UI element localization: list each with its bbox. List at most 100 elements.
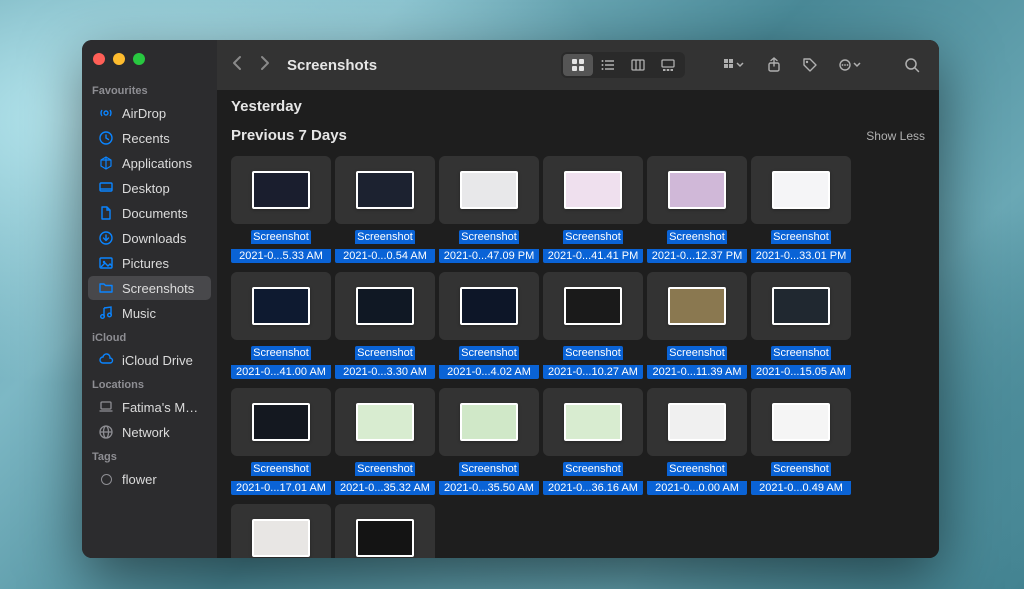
file-item[interactable]: Screenshot2021-0...12.37 PM xyxy=(647,156,747,268)
file-thumbnail-wrap xyxy=(231,156,331,224)
sidebar-item-documents[interactable]: Documents xyxy=(88,201,211,225)
list-view-button[interactable] xyxy=(593,54,623,76)
file-name-line2: 2021-0...11.39 AM xyxy=(647,365,747,379)
file-item[interactable]: Screenshot2021-0...0.00 AM xyxy=(647,388,747,500)
finder-window: FavouritesAirDropRecentsApplicationsDesk… xyxy=(82,40,939,558)
file-item[interactable] xyxy=(231,504,331,558)
file-name-line2: 2021-0...0.54 AM xyxy=(335,249,435,263)
file-item[interactable]: Screenshot2021-0...5.33 AM xyxy=(231,156,331,268)
file-thumbnail xyxy=(772,171,830,209)
sidebar-item-flower[interactable]: flower xyxy=(88,467,211,491)
view-mode-bar xyxy=(561,52,685,78)
file-item[interactable]: Screenshot2021-0...17.01 AM xyxy=(231,388,331,500)
search-button[interactable] xyxy=(899,54,925,76)
minimize-window-button[interactable] xyxy=(113,53,125,65)
icon-view-button[interactable] xyxy=(563,54,593,76)
file-name-line2: 2021-0...0.49 AM xyxy=(751,481,851,495)
file-item[interactable]: Screenshot2021-0...3.30 AM xyxy=(335,272,435,384)
file-thumbnail-wrap xyxy=(231,388,331,456)
file-label: Screenshot2021-0...36.16 AM xyxy=(543,462,643,500)
actions-button[interactable] xyxy=(833,54,867,76)
file-thumbnail xyxy=(252,287,310,325)
tags-button[interactable] xyxy=(797,54,823,76)
file-item[interactable]: Screenshot2021-0...11.39 AM xyxy=(647,272,747,384)
file-name-line2: 2021-0...12.37 PM xyxy=(647,249,747,263)
file-item[interactable]: Screenshot2021-0...15.05 AM xyxy=(751,272,851,384)
group-header-label: Yesterday xyxy=(231,98,302,115)
close-window-button[interactable] xyxy=(93,53,105,65)
file-thumbnail-wrap xyxy=(543,272,643,340)
sidebar-item-music[interactable]: Music xyxy=(88,301,211,325)
file-label: Screenshot2021-0...41.00 AM xyxy=(231,346,331,384)
window-controls xyxy=(82,53,217,79)
sidebar-item-recents[interactable]: Recents xyxy=(88,126,211,150)
sidebar-item-screenshots[interactable]: Screenshots xyxy=(88,276,211,300)
file-item[interactable]: Screenshot 2021-0...4.02 AM xyxy=(439,272,539,384)
file-item[interactable]: Screenshot2021-0...41.00 AM xyxy=(231,272,331,384)
sidebar-item-fatima-s-ma-[interactable]: Fatima's Ma… xyxy=(88,395,211,419)
group-header-label: Previous 7 Days xyxy=(231,127,347,144)
file-thumbnail xyxy=(356,287,414,325)
file-item[interactable]: Screenshot2021-0...33.01 PM xyxy=(751,156,851,268)
file-thumbnail-wrap xyxy=(543,156,643,224)
fullscreen-window-button[interactable] xyxy=(133,53,145,65)
file-thumbnail-wrap xyxy=(335,272,435,340)
file-name-line1: Screenshot xyxy=(251,346,311,360)
file-label: Screenshot2021-0...41.41 PM xyxy=(543,230,643,268)
gallery-view-button[interactable] xyxy=(653,54,683,76)
file-name-line2: 2021-0...15.05 AM xyxy=(751,365,851,379)
sidebar-item-downloads[interactable]: Downloads xyxy=(88,226,211,250)
file-name-line2: 2021-0...35.50 AM xyxy=(439,481,539,495)
file-name-line2: 2021-0...36.16 AM xyxy=(543,481,643,495)
group-by-button[interactable] xyxy=(717,54,751,76)
sidebar-item-applications[interactable]: Applications xyxy=(88,151,211,175)
file-name-line2: 2021-0...4.02 AM xyxy=(439,365,539,379)
sidebar: FavouritesAirDropRecentsApplicationsDesk… xyxy=(82,40,217,558)
file-item[interactable]: Screenshot2021-0...10.27 AM xyxy=(543,272,643,384)
file-thumbnail-wrap xyxy=(647,272,747,340)
file-item[interactable]: Screenshot2021-0...36.16 AM xyxy=(543,388,643,500)
file-thumbnail-wrap xyxy=(231,272,331,340)
file-thumbnail xyxy=(252,403,310,441)
share-button[interactable] xyxy=(761,54,787,76)
sidebar-item-network[interactable]: Network xyxy=(88,420,211,444)
forward-button[interactable] xyxy=(260,55,271,76)
show-less-button[interactable]: Show Less xyxy=(866,129,925,143)
sidebar-item-label: Desktop xyxy=(122,181,170,196)
file-name-line2: 2021-0...3.30 AM xyxy=(335,365,435,379)
sidebar-item-label: Documents xyxy=(122,206,188,221)
sidebar-item-label: Applications xyxy=(122,156,192,171)
file-item[interactable]: Screenshot2021-0...0.49 AM xyxy=(751,388,851,500)
file-label: Screenshot2021-0...0.49 AM xyxy=(751,462,851,500)
file-thumbnail xyxy=(668,287,726,325)
file-thumbnail-wrap xyxy=(335,156,435,224)
music-icon xyxy=(98,305,114,321)
file-item[interactable]: Screenshot 2021-0...35.50 AM xyxy=(439,388,539,500)
sidebar-item-pictures[interactable]: Pictures xyxy=(88,251,211,275)
file-name-line1: Screenshot xyxy=(459,462,519,476)
file-name-line1: Screenshot xyxy=(459,346,519,360)
image-icon xyxy=(98,255,114,271)
sidebar-item-icloud-drive[interactable]: iCloud Drive xyxy=(88,348,211,372)
back-button[interactable] xyxy=(231,55,242,76)
sidebar-item-label: Downloads xyxy=(122,231,186,246)
sidebar-item-desktop[interactable]: Desktop xyxy=(88,176,211,200)
file-thumbnail xyxy=(252,519,310,557)
file-item[interactable]: Screenshot2021-0...0.54 AM xyxy=(335,156,435,268)
file-label: Screenshot2021-0...15.05 AM xyxy=(751,346,851,384)
file-thumbnail xyxy=(460,403,518,441)
column-view-button[interactable] xyxy=(623,54,653,76)
file-label: Screenshot 2021-0...4.02 AM xyxy=(439,346,539,384)
sidebar-item-airdrop[interactable]: AirDrop xyxy=(88,101,211,125)
file-item[interactable]: Screenshot2021-0...41.41 PM xyxy=(543,156,643,268)
group-header: Yesterday xyxy=(231,90,925,119)
file-label: Screenshot2021-0...33.01 PM xyxy=(751,230,851,268)
sidebar-item-label: Screenshots xyxy=(122,281,194,296)
file-label: Screenshot 2021-0...35.50 AM xyxy=(439,462,539,500)
file-name-line2: 2021-0...5.33 AM xyxy=(231,249,331,263)
file-item[interactable]: Screenshot2021-0...47.09 PM xyxy=(439,156,539,268)
file-item[interactable]: Screenshot2021-0...35.32 AM xyxy=(335,388,435,500)
file-name-line1: Screenshot xyxy=(355,462,415,476)
file-thumbnail xyxy=(564,403,622,441)
file-item[interactable] xyxy=(335,504,435,558)
